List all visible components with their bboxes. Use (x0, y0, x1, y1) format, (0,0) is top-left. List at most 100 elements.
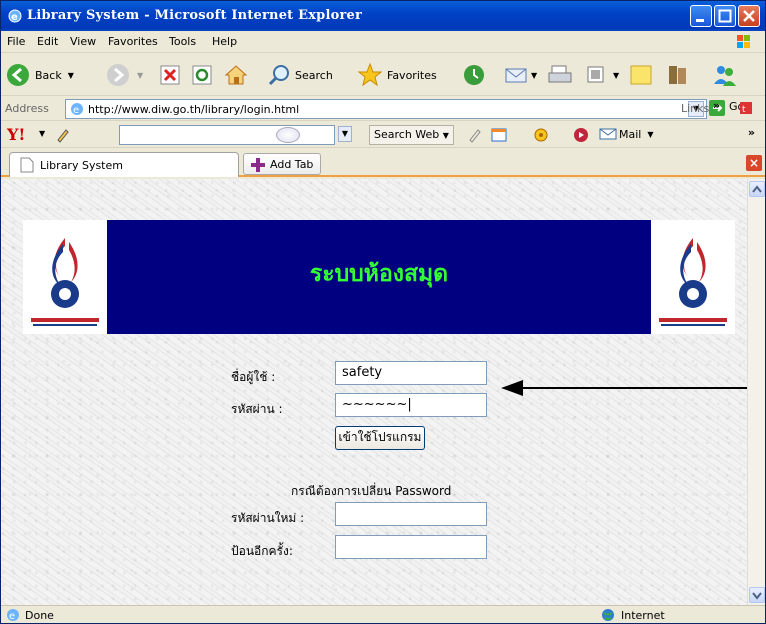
sticky-note-icon (630, 65, 652, 85)
add-tab-label: Add Tab (270, 158, 314, 171)
login-button[interactable]: เข้าใช้โปรแกรม (335, 426, 425, 450)
menu-edit[interactable]: Edit (37, 35, 58, 48)
yahoo-search-input[interactable] (119, 125, 335, 145)
chevron-right-icon[interactable]: » (713, 99, 720, 112)
search-bubble-icon (276, 127, 300, 143)
status-bar: e Done Internet (1, 605, 765, 623)
mail-label: Mail (619, 127, 642, 141)
translate-icon[interactable]: t (739, 101, 759, 117)
svg-text:e: e (73, 105, 79, 116)
vertical-scrollbar[interactable] (747, 179, 765, 605)
plus-icon (251, 158, 265, 172)
close-button[interactable] (738, 5, 760, 27)
menu-view[interactable]: View (70, 35, 96, 48)
tab-label: Library System (40, 159, 123, 172)
maximize-button[interactable] (714, 5, 736, 27)
star-icon (357, 62, 383, 87)
window-icon[interactable] (491, 127, 507, 143)
internet-globe-icon (602, 609, 614, 621)
back-button[interactable]: Back ▼ (5, 60, 74, 90)
research-icon (669, 66, 686, 84)
svg-text:e: e (9, 611, 15, 622)
yahoo-more-chevron-icon[interactable]: » (748, 126, 755, 139)
username-label: ชื่อผู้ใช้ : (231, 370, 276, 384)
yahoo-mail-button[interactable]: Mail ▼ (599, 127, 654, 141)
scroll-up-button[interactable] (749, 181, 765, 197)
scroll-down-button[interactable] (749, 587, 765, 603)
mail-button[interactable]: ▼ (503, 60, 537, 90)
blank-page-icon (20, 157, 34, 173)
standard-toolbar: Back ▼ ▼ Search Favorites ▼ ▼ (1, 54, 765, 96)
links-button[interactable]: Links (681, 102, 709, 115)
security-zone-label: Internet (621, 609, 665, 622)
minimize-button[interactable] (690, 5, 712, 27)
print-button[interactable] (547, 60, 573, 90)
research-button[interactable] (665, 60, 691, 90)
add-tab-button[interactable]: Add Tab (243, 153, 321, 175)
title-bar: e Library System - Microsoft Internet Ex… (1, 1, 765, 31)
search-button[interactable]: Search (267, 60, 333, 90)
mail-icon (505, 68, 527, 83)
yahoo-search-dropdown-icon[interactable]: ▼ (338, 126, 352, 142)
stop-button[interactable] (159, 60, 181, 90)
page-done-icon: e (7, 609, 19, 622)
browser-window: e Library System - Microsoft Internet Ex… (0, 0, 766, 624)
forward-dropdown-icon: ▼ (137, 70, 144, 80)
edit-page-icon (587, 66, 604, 83)
address-bar: Address e http://www.diw.go.th/library/l… (1, 97, 765, 121)
edit-button[interactable]: ▼ (585, 60, 619, 90)
history-button[interactable] (461, 60, 487, 90)
home-icon (224, 65, 248, 85)
pencil-icon[interactable] (55, 127, 71, 143)
globe-icon[interactable] (533, 127, 549, 143)
yahoo-dropdown-icon[interactable]: ▼ (39, 129, 45, 138)
password-input[interactable]: ~~~~~~| (335, 393, 487, 417)
menu-help[interactable]: Help (212, 35, 237, 48)
right-department-logo (651, 220, 735, 334)
status-text: Done (25, 609, 54, 622)
favorites-button[interactable]: Favorites (357, 60, 437, 90)
history-icon (464, 65, 484, 85)
search-label: Search (295, 68, 333, 82)
page-icon: e (71, 103, 83, 116)
tab-library-system[interactable]: Library System (9, 152, 239, 177)
close-tab-icon[interactable]: × (746, 155, 762, 171)
home-button[interactable] (223, 60, 249, 90)
search-web-button[interactable]: Search Web ▼ (369, 125, 454, 145)
mail-dropdown-icon: ▼ (531, 70, 538, 80)
arrowhead-icon (501, 380, 523, 396)
page-content: ระบบห้องสมุด ชื่อผู้ใช้ : safety รหัสผ่า… (1, 179, 747, 605)
change-password-heading: กรณีต้องการเปลี่ยน Password (291, 484, 452, 498)
forward-button[interactable]: ▼ (105, 60, 143, 90)
back-arrow-icon (7, 64, 29, 86)
music-icon[interactable] (573, 127, 589, 143)
forward-arrow-icon (107, 64, 129, 86)
address-url: http://www.diw.go.th/library/login.html (88, 103, 300, 116)
header-banner: ระบบห้องสมุด (23, 220, 735, 334)
refresh-button[interactable] (191, 60, 213, 90)
back-label: Back (35, 68, 62, 82)
new-password-input[interactable] (335, 502, 487, 526)
annotation-arrow (511, 387, 747, 389)
minimize-icon (691, 6, 711, 26)
highlighter-icon[interactable] (467, 127, 483, 143)
menu-bar: File Edit View Favorites Tools Help (1, 31, 765, 53)
ie-logo-icon: e (8, 9, 22, 23)
confirm-password-input[interactable] (335, 535, 487, 559)
address-label: Address (5, 102, 49, 115)
menu-tools[interactable]: Tools (169, 35, 196, 48)
messenger-button[interactable] (711, 60, 739, 90)
tab-bar: Library System Add Tab × (1, 149, 765, 177)
refresh-icon (192, 65, 212, 85)
password-label: รหัสผ่าน : (231, 402, 283, 416)
username-input[interactable]: safety (335, 361, 487, 385)
menu-favorites[interactable]: Favorites (108, 35, 158, 48)
yahoo-logo-icon[interactable]: Y! (7, 125, 25, 144)
note-button[interactable] (629, 60, 653, 90)
address-input[interactable]: e http://www.diw.go.th/library/login.htm… (65, 99, 707, 119)
stop-icon (160, 65, 180, 85)
confirm-password-label: ป้อนอีกครั้ง: (231, 544, 293, 558)
menu-file[interactable]: File (7, 35, 25, 48)
edit-dropdown-icon: ▼ (613, 70, 620, 80)
search-icon (268, 65, 289, 86)
